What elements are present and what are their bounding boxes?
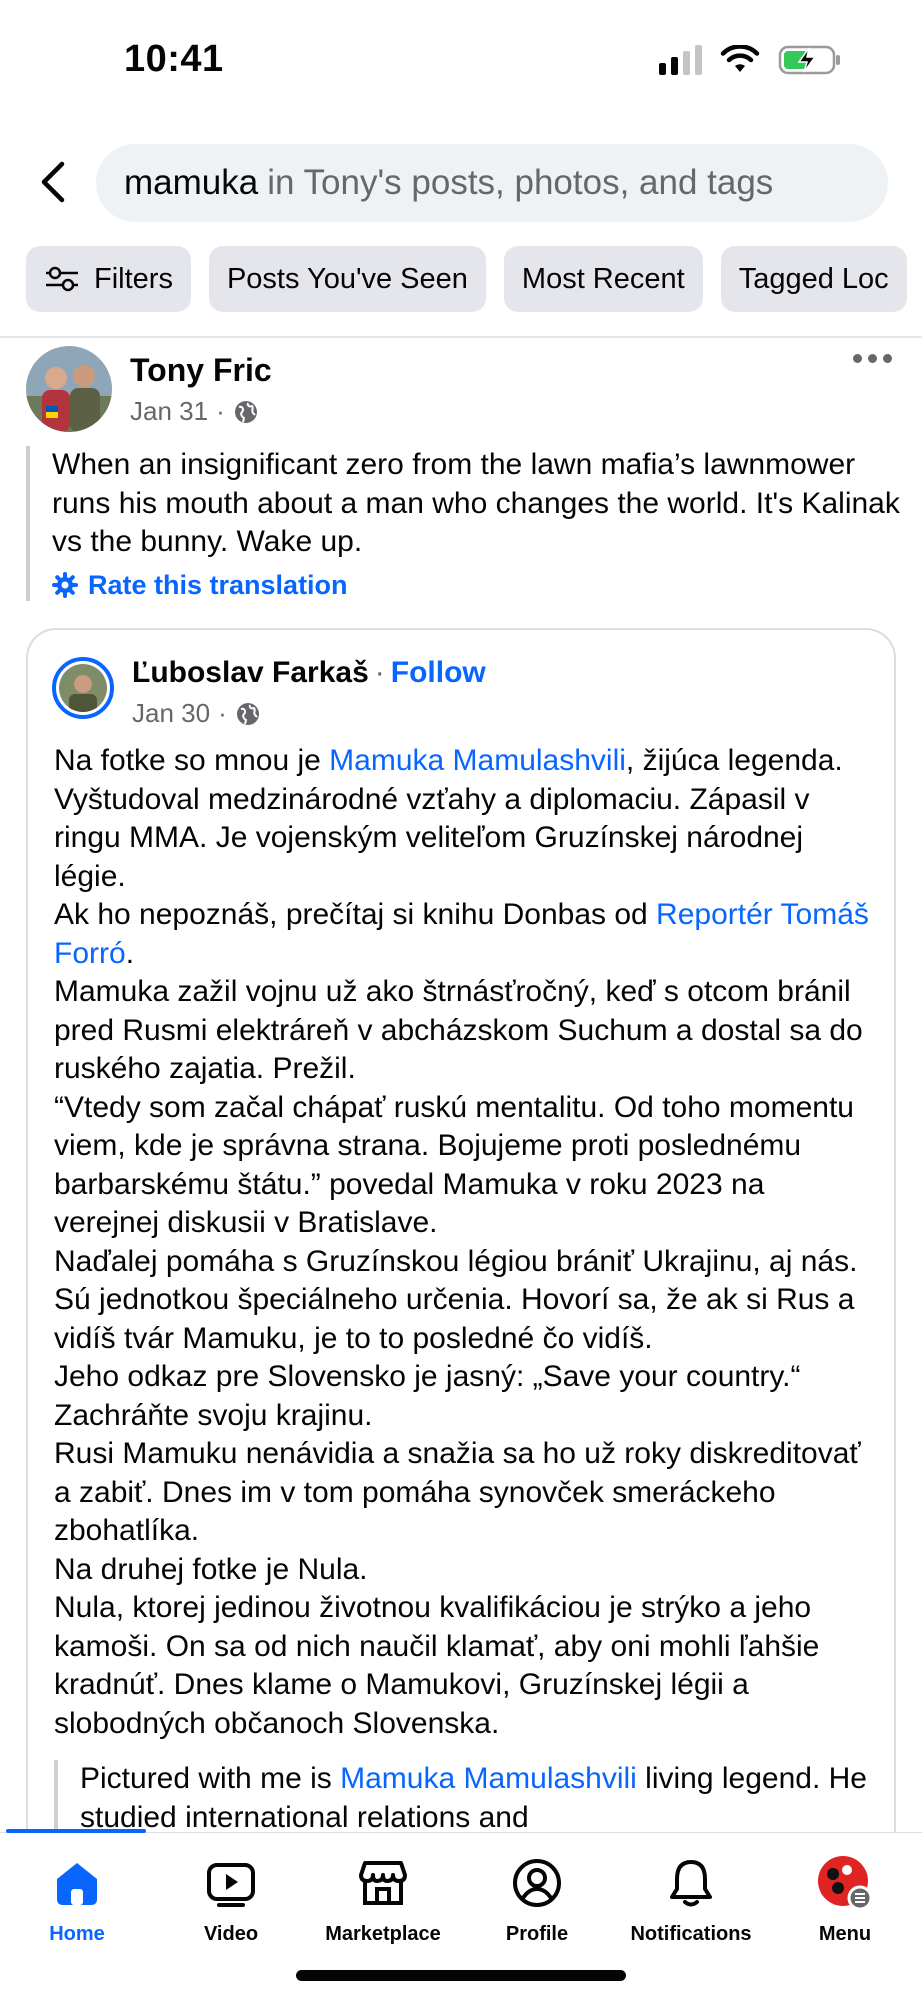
wifi-icon xyxy=(720,45,760,72)
home-icon xyxy=(51,1853,103,1913)
nav-video[interactable]: Video xyxy=(154,1853,308,1946)
shared-author-avatar[interactable] xyxy=(52,657,114,719)
nav-home-label: Home xyxy=(49,1923,105,1945)
status-time: 10:41 xyxy=(124,38,224,80)
nav-menu[interactable]: Menu xyxy=(768,1853,922,1946)
paragraph: Jeho odkaz pre Slovensko je jasný: „Save… xyxy=(54,1360,801,1432)
menu-avatar-icon xyxy=(816,1853,874,1913)
post-author-avatar[interactable] xyxy=(26,346,112,432)
active-tab-indicator xyxy=(6,1829,146,1833)
paragraph: Ak ho nepoznáš, prečítaj si knihu Donbas… xyxy=(54,898,869,970)
battery-charging-icon xyxy=(778,45,840,75)
marketplace-icon xyxy=(357,1853,409,1913)
nav-marketplace-label: Marketplace xyxy=(325,1923,441,1945)
shared-post-card[interactable]: Ľuboslav Farkaš · Follow Jan 30 · Na fotke… xyxy=(26,628,896,2000)
shared-author-name[interactable]: Ľuboslav Farkaš xyxy=(132,656,369,689)
rate-translation-link[interactable]: Rate this translation xyxy=(52,570,906,601)
nav-profile-label: Profile xyxy=(505,1923,569,1945)
paragraph: Na druhej fotke je Nula. xyxy=(54,1552,368,1586)
post-text: When an insignificant zero from the lawn… xyxy=(52,448,900,558)
tagged-location-chip-label: Tagged Loc xyxy=(738,262,889,295)
bell-icon xyxy=(665,1853,717,1913)
paragraph: Mamuka zažil vojnu už ako štrnásťročný, … xyxy=(54,975,863,1085)
sliders-icon xyxy=(44,265,80,293)
filters-chip[interactable]: Filters xyxy=(26,246,191,312)
profile-icon xyxy=(511,1853,563,1913)
posts-seen-chip-label: Posts You've Seen xyxy=(226,262,468,295)
most-recent-chip-label: Most Recent xyxy=(521,262,685,295)
search-header: mamuka in Tony's posts, photos, and tags xyxy=(0,140,922,230)
status-bar: 10:41 xyxy=(0,0,922,120)
paragraph: Na fotke so mnou je Mamuka Mamulashvili,… xyxy=(54,744,843,893)
most-recent-chip[interactable]: Most Recent xyxy=(503,246,703,312)
back-arrow-icon xyxy=(41,161,65,203)
globe-icon xyxy=(236,702,259,725)
search-scope-hint: in Tony's posts, photos, and tags xyxy=(267,163,774,202)
shared-author-line: Ľuboslav Farkaš · Follow xyxy=(132,656,486,690)
paragraph: Nula, ktorej jedinou životnou kvalifikác… xyxy=(54,1591,820,1740)
meta-separator: · xyxy=(218,698,227,728)
post-more-options-button[interactable] xyxy=(853,354,892,363)
paragraph: Naďalej pomáha s Gruzínskou légiou bráni… xyxy=(54,1244,858,1355)
gear-icon xyxy=(52,572,78,598)
more-dots-icon xyxy=(853,354,862,363)
author-follow-separator: · xyxy=(374,656,385,689)
post-date[interactable]: Jan 31 xyxy=(130,396,208,427)
paragraph: “Vtedy som začal chápať ruskú mentalitu.… xyxy=(54,1090,854,1240)
rate-translation-label: Rate this translation xyxy=(88,569,348,600)
nav-video-label: Video xyxy=(203,1923,259,1945)
nav-home[interactable]: Home xyxy=(0,1853,154,1946)
status-icons xyxy=(659,44,842,76)
filters-chip-label: Filters xyxy=(94,262,173,295)
header-divider xyxy=(0,336,922,338)
tagged-location-chip[interactable]: Tagged Loc xyxy=(720,246,907,312)
home-indicator-bar[interactable] xyxy=(296,1970,626,1981)
nav-notifications-label: Notifications xyxy=(630,1923,752,1945)
nav-profile[interactable]: Profile xyxy=(460,1853,614,1946)
filter-chips: Filters Posts You've Seen Most Recent Ta… xyxy=(26,246,907,312)
search-query: mamuka xyxy=(124,163,259,202)
mention-link[interactable]: Mamuka Mamulashvili xyxy=(329,744,626,777)
back-button[interactable] xyxy=(28,154,78,210)
posts-seen-chip[interactable]: Posts You've Seen xyxy=(208,246,486,312)
translated-text-block: Pictured with me is Mamuka Mamulashvili … xyxy=(54,1760,874,1837)
mention-link[interactable]: Mamuka Mamulashvili xyxy=(340,1762,637,1795)
post-author-name[interactable]: Tony Fric xyxy=(130,352,272,389)
search-input[interactable]: mamuka in Tony's posts, photos, and tags xyxy=(96,144,888,222)
nav-menu-label: Menu xyxy=(818,1923,872,1945)
post-meta: Jan 31 · xyxy=(130,396,259,427)
shared-post-meta: Jan 30 · xyxy=(132,698,261,729)
video-icon xyxy=(205,1853,257,1913)
globe-icon xyxy=(234,400,257,423)
follow-button[interactable]: Follow xyxy=(391,656,486,689)
meta-separator: · xyxy=(216,396,225,426)
post-body: When an insignificant zero from the lawn… xyxy=(26,446,906,601)
cellular-signal-icon xyxy=(659,45,702,75)
nav-notifications[interactable]: Notifications xyxy=(614,1853,768,1946)
paragraph: Rusi Mamuku nenávidia a snažia sa ho už … xyxy=(54,1437,861,1547)
nav-marketplace[interactable]: Marketplace xyxy=(306,1853,460,1946)
shared-post-date[interactable]: Jan 30 xyxy=(132,698,210,729)
shared-post-text: Na fotke so mnou je Mamuka Mamulashvili,… xyxy=(54,742,874,1743)
